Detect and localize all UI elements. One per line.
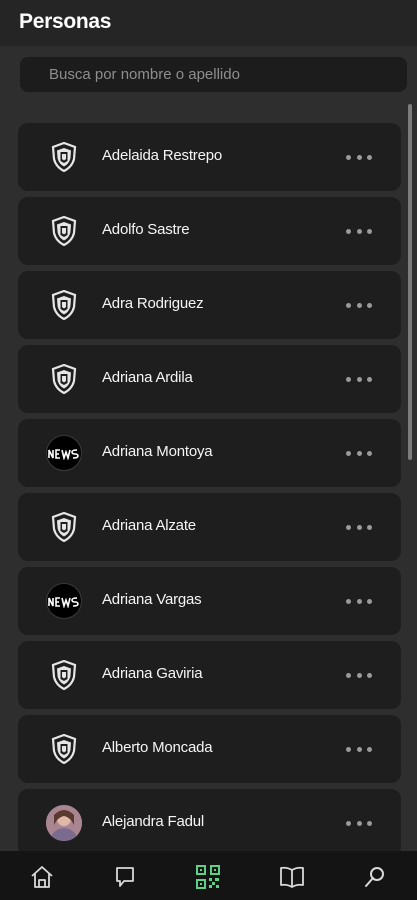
shield-logo-icon	[46, 657, 82, 693]
shield-logo-icon	[46, 361, 82, 397]
search-input[interactable]	[20, 57, 407, 92]
list-item[interactable]: Alberto Moncada	[18, 715, 401, 783]
person-name: Adra Rodriguez	[102, 295, 204, 312]
more-options-icon[interactable]	[346, 671, 372, 679]
more-options-icon[interactable]	[346, 819, 372, 827]
page-title: Personas	[19, 10, 112, 33]
person-name: Adriana Ardila	[102, 369, 193, 386]
list-item[interactable]: Alejandra Fadul	[18, 789, 401, 851]
people-list[interactable]: Adelaida Restrepo Adolfo Sastre Adra Rod…	[0, 106, 417, 851]
more-options-icon[interactable]	[346, 597, 372, 605]
list-item[interactable]: Adra Rodriguez	[18, 271, 401, 339]
person-name: Adriana Vargas	[102, 591, 202, 608]
list-item[interactable]: Adriana Gaviria	[18, 641, 401, 709]
scrollbar[interactable]	[408, 104, 412, 460]
avatar	[46, 805, 82, 841]
more-options-icon[interactable]	[346, 523, 372, 531]
home-icon[interactable]	[28, 863, 56, 891]
bottom-navigation	[0, 851, 417, 900]
person-name: Adolfo Sastre	[102, 221, 190, 238]
list-item[interactable]: Adriana Alzate	[18, 493, 401, 561]
more-options-icon[interactable]	[346, 227, 372, 235]
chat-icon[interactable]	[111, 863, 139, 891]
person-name: Alejandra Fadul	[102, 813, 205, 830]
shield-logo-icon	[46, 213, 82, 249]
more-options-icon[interactable]	[346, 375, 372, 383]
list-item[interactable]: Adriana Ardila	[18, 345, 401, 413]
book-icon[interactable]	[278, 863, 306, 891]
search-icon[interactable]	[361, 863, 389, 891]
shield-logo-icon	[46, 287, 82, 323]
qr-code-icon[interactable]	[194, 863, 222, 891]
more-options-icon[interactable]	[346, 449, 372, 457]
person-name: Adriana Montoya	[102, 443, 213, 460]
news-logo-icon	[46, 583, 82, 619]
more-options-icon[interactable]	[346, 153, 372, 161]
more-options-icon[interactable]	[346, 745, 372, 753]
person-name: Adelaida Restrepo	[102, 147, 223, 164]
app-header: Personas	[0, 0, 417, 46]
shield-logo-icon	[46, 139, 82, 175]
shield-logo-icon	[46, 509, 82, 545]
list-item[interactable]: Adriana Montoya	[18, 419, 401, 487]
news-logo-icon	[46, 435, 82, 471]
person-name: Adriana Alzate	[102, 517, 196, 534]
list-item[interactable]: Adriana Vargas	[18, 567, 401, 635]
list-item[interactable]: Adolfo Sastre	[18, 197, 401, 265]
list-item[interactable]: Adelaida Restrepo	[18, 123, 401, 191]
more-options-icon[interactable]	[346, 301, 372, 309]
person-name: Alberto Moncada	[102, 739, 213, 756]
person-name: Adriana Gaviria	[102, 665, 203, 682]
shield-logo-icon	[46, 731, 82, 767]
